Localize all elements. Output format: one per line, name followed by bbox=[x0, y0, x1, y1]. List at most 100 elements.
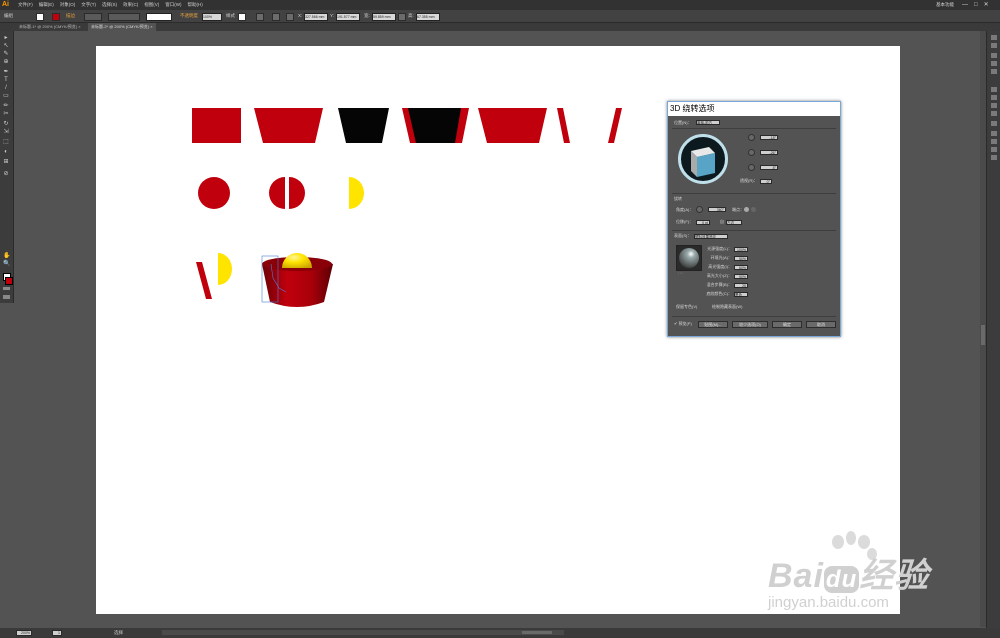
split-trapezoid-black-shape[interactable] bbox=[408, 108, 461, 143]
brush-field[interactable] bbox=[146, 13, 172, 21]
stroke-panel-icon[interactable] bbox=[991, 87, 997, 92]
offset-from-select[interactable]: 左边 bbox=[726, 220, 742, 225]
direct-selection-tool-icon[interactable]: ↖ bbox=[3, 43, 9, 49]
map-art-button[interactable]: 贴图(M)... bbox=[698, 321, 728, 328]
ok-button[interactable]: 确定 bbox=[772, 321, 802, 328]
appearance-panel-icon[interactable] bbox=[991, 111, 997, 116]
recolor-icon[interactable] bbox=[256, 13, 264, 21]
y-rotation-dial-icon[interactable] bbox=[748, 149, 755, 156]
stroke-weight-field[interactable] bbox=[84, 13, 102, 21]
hand-tool-icon[interactable]: ✋ bbox=[3, 253, 10, 259]
highlight-intensity-field[interactable]: 60% bbox=[734, 265, 748, 270]
link-icon[interactable] bbox=[398, 13, 406, 21]
menu-window[interactable]: 窗口(W) bbox=[165, 0, 181, 10]
yellow-half-circle-shape[interactable] bbox=[349, 177, 364, 209]
draw-hidden-faces-checkbox[interactable]: 绘制隐藏表面(W) bbox=[712, 304, 742, 310]
fill-swatch[interactable] bbox=[36, 13, 44, 21]
red-half-circle-left-shape[interactable] bbox=[269, 177, 285, 209]
menu-select[interactable]: 选择(S) bbox=[102, 0, 117, 10]
shape-builder-tool-icon[interactable]: ◐ bbox=[3, 149, 9, 155]
minimize-button[interactable]: — bbox=[962, 1, 968, 9]
cancel-button[interactable]: 取消 bbox=[806, 321, 836, 328]
free-transform-tool-icon[interactable]: ⬚ bbox=[3, 139, 9, 145]
red-trapezoid-2-shape[interactable] bbox=[478, 108, 547, 143]
red-profile-bar-shape[interactable] bbox=[196, 262, 212, 299]
perspective-grid-tool-icon[interactable]: ⊞ bbox=[3, 159, 9, 165]
close-button[interactable]: ✕ bbox=[984, 1, 989, 9]
style-swatch[interactable] bbox=[238, 13, 246, 21]
width-field[interactable]: 59.859 mm bbox=[372, 13, 396, 21]
shading-color-select[interactable]: 黑色 bbox=[734, 292, 748, 297]
horizontal-scroll-thumb[interactable] bbox=[522, 631, 552, 634]
cap-off-icon[interactable] bbox=[751, 207, 756, 212]
workspace-switcher[interactable]: 基本功能 bbox=[936, 0, 954, 10]
zoom-tool-icon[interactable]: 🔍 bbox=[3, 261, 10, 267]
stroke-color-swatch[interactable] bbox=[5, 277, 13, 285]
black-trapezoid-shape[interactable] bbox=[338, 108, 389, 143]
x-field[interactable]: 327.566 mm bbox=[304, 13, 328, 21]
transparency-panel-icon[interactable] bbox=[991, 103, 997, 108]
offset-field[interactable]: 0 pt bbox=[696, 220, 710, 225]
pathfinder-panel-icon[interactable] bbox=[991, 155, 997, 160]
menu-type[interactable]: 文字(T) bbox=[81, 0, 96, 10]
brushes-panel-icon[interactable] bbox=[991, 61, 997, 66]
color-mode-buttons[interactable] bbox=[3, 287, 10, 290]
blend-steps-field[interactable]: 25 bbox=[734, 283, 748, 288]
z-rotation-dial-icon[interactable] bbox=[748, 164, 755, 171]
scale-tool-icon[interactable]: ⇲ bbox=[3, 129, 9, 135]
type-tool-icon[interactable]: T bbox=[3, 77, 9, 83]
red-rectangle-shape[interactable] bbox=[192, 108, 241, 143]
variable-width-field[interactable] bbox=[108, 13, 140, 21]
preserve-spot-checkbox[interactable]: 保留专色(V) bbox=[676, 304, 697, 310]
pen-tool-icon[interactable]: ✒ bbox=[3, 69, 9, 75]
red-slanted-bar-right-shape[interactable] bbox=[608, 108, 622, 143]
red-trapezoid-shape[interactable] bbox=[254, 108, 323, 143]
zoom-field[interactable]: 200% bbox=[16, 630, 32, 636]
graphic-styles-panel-icon[interactable] bbox=[991, 121, 997, 126]
light-controls-icons[interactable]: ◦ ◦ ◦ bbox=[678, 270, 683, 276]
transform-icon[interactable] bbox=[286, 13, 294, 21]
layers-panel-icon[interactable] bbox=[991, 131, 997, 136]
horizontal-scrollbar[interactable] bbox=[162, 630, 564, 635]
rectangle-tool-icon[interactable]: ▭ bbox=[3, 93, 9, 99]
stroke-swatch[interactable] bbox=[52, 13, 60, 21]
yellow-profile-half-shape[interactable] bbox=[218, 253, 232, 285]
menu-effect[interactable]: 效果(C) bbox=[123, 0, 138, 10]
red-slanted-bar-left-shape[interactable] bbox=[557, 108, 570, 143]
magic-wand-tool-icon[interactable]: ✎ bbox=[3, 51, 9, 57]
document-tab-2[interactable]: 未标题-2* @ 200% (CMYK/预览) × bbox=[88, 23, 156, 31]
cap-on-icon[interactable] bbox=[744, 207, 749, 212]
fewer-options-button[interactable]: 较少选项(O) bbox=[732, 321, 768, 328]
z-rotation-field[interactable]: 8° bbox=[760, 165, 778, 170]
x-rotation-field[interactable]: -18° bbox=[760, 135, 778, 140]
symbols-panel-icon[interactable] bbox=[991, 69, 997, 74]
red-half-circle-right-shape[interactable] bbox=[289, 177, 305, 209]
align-icon[interactable] bbox=[272, 13, 280, 21]
red-circle-shape[interactable] bbox=[198, 177, 230, 209]
highlight-size-field[interactable]: 90% bbox=[734, 274, 748, 279]
line-tool-icon[interactable]: / bbox=[3, 85, 9, 91]
swatches-panel-icon[interactable] bbox=[991, 53, 997, 58]
rotation-track-cube[interactable] bbox=[678, 134, 728, 184]
artboard-nav-field[interactable]: 1 bbox=[52, 630, 62, 636]
preview-checkbox[interactable]: ✔ 预览(P) bbox=[674, 321, 692, 327]
menu-view[interactable]: 视图(V) bbox=[144, 0, 159, 10]
eraser-tool-icon[interactable]: ⊘ bbox=[3, 171, 9, 177]
surface-select[interactable]: 塑料效果底纹 bbox=[694, 234, 728, 239]
rotate-tool-icon[interactable]: ↻ bbox=[3, 121, 9, 127]
tab-close-icon[interactable]: × bbox=[78, 24, 80, 29]
angle-dial-icon[interactable] bbox=[696, 206, 703, 213]
artboards-panel-icon[interactable] bbox=[991, 139, 997, 144]
ambient-light-field[interactable]: 50% bbox=[734, 256, 748, 261]
menu-file[interactable]: 文件(F) bbox=[18, 0, 33, 10]
revolved-dome-shape[interactable] bbox=[282, 253, 312, 268]
color-guide-panel-icon[interactable] bbox=[991, 43, 997, 48]
menu-object[interactable]: 对象(O) bbox=[60, 0, 76, 10]
document-tab-1[interactable]: 未标题-1* @ 200% (CMYK/预览) × bbox=[16, 23, 84, 31]
gradient-panel-icon[interactable] bbox=[991, 95, 997, 100]
x-rotation-dial-icon[interactable] bbox=[748, 134, 755, 141]
light-intensity-field[interactable]: 100% bbox=[734, 247, 748, 252]
pencil-tool-icon[interactable]: ✏ bbox=[3, 103, 9, 109]
color-panel-icon[interactable] bbox=[991, 35, 997, 40]
scissors-tool-icon[interactable]: ✂ bbox=[3, 111, 9, 117]
